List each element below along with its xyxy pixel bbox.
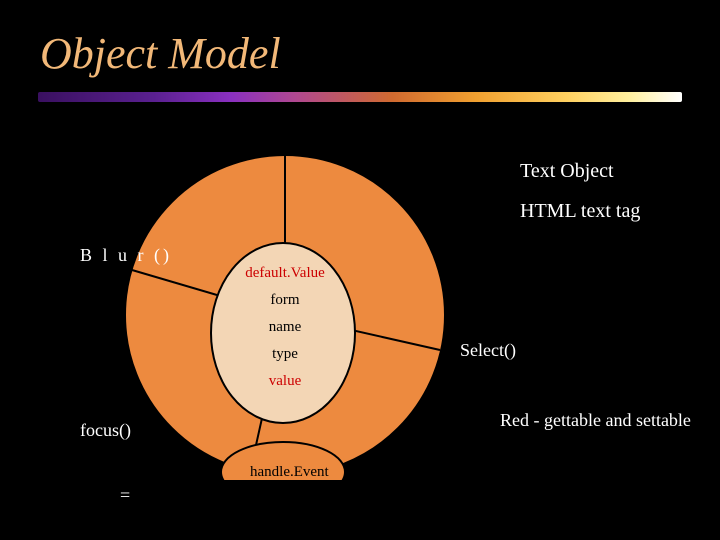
spoke-focus: focus()	[80, 420, 131, 441]
slide-title: Object Model	[40, 28, 281, 79]
prop-type: type	[210, 346, 360, 363]
prop-form: form	[210, 292, 360, 309]
label-red-note: Red - gettable and settable	[500, 410, 691, 431]
prop-defaultvalue: default.Value	[210, 265, 360, 282]
label-html-tag: HTML text tag	[520, 200, 640, 223]
prop-name: name	[210, 319, 360, 336]
wheel-diagram: = B l u r () focus() Select() default.Va…	[120, 150, 450, 480]
center-props: default.Value form name type value	[210, 255, 360, 400]
spoke-blur: B l u r ()	[80, 245, 172, 266]
spoke-equals: =	[120, 485, 450, 506]
label-text-object: Text Object	[520, 160, 614, 183]
spoke-select: Select()	[460, 340, 516, 361]
method-handleevent: handle.Event	[250, 464, 329, 481]
prop-value: value	[210, 373, 360, 390]
title-underline	[38, 92, 682, 102]
